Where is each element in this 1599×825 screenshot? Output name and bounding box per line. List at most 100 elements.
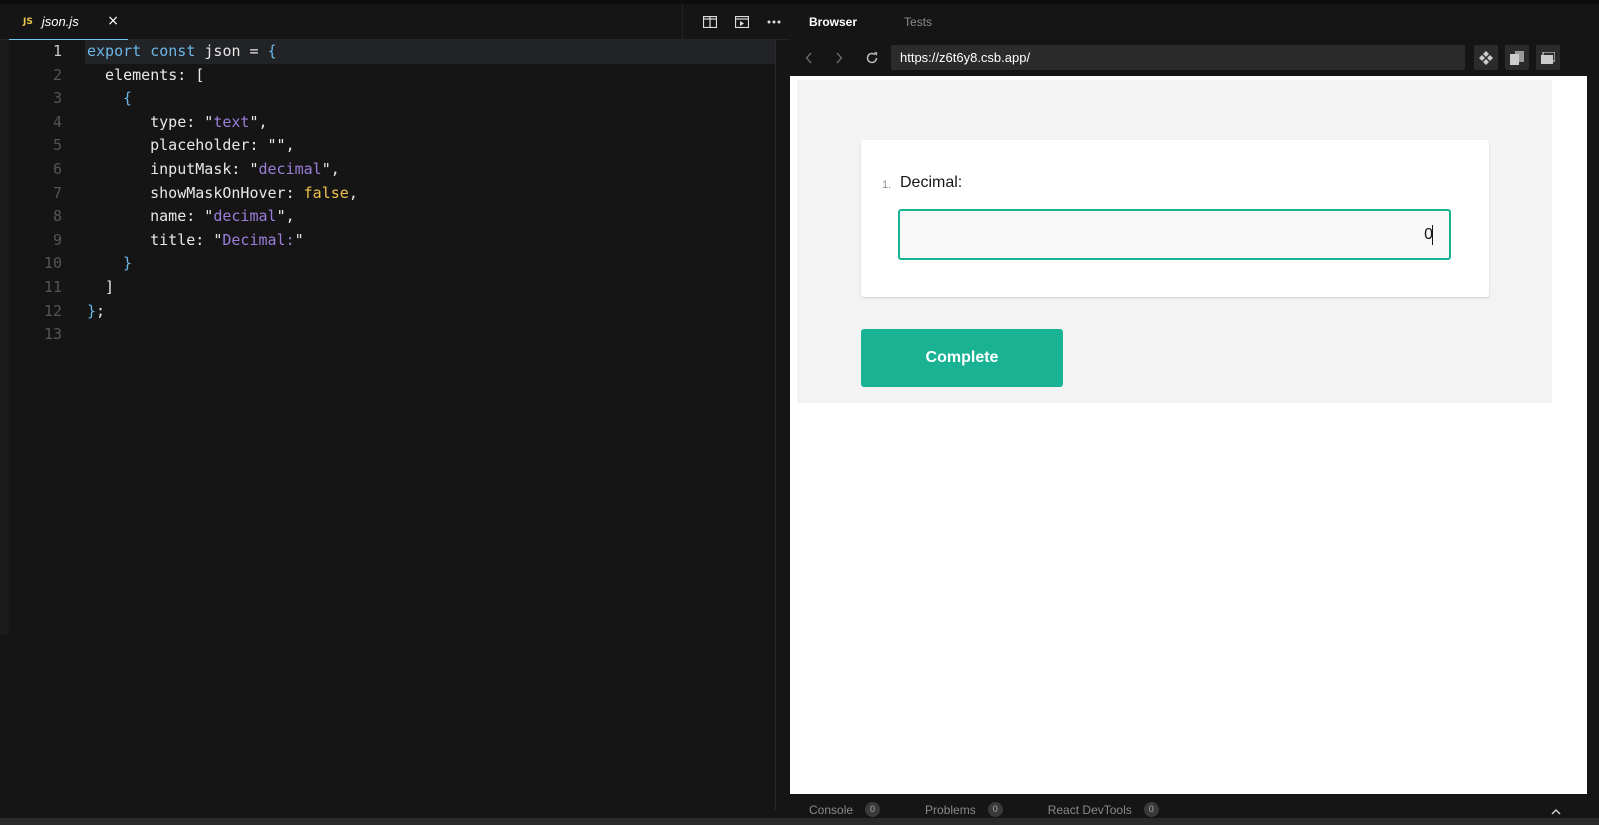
code-line[interactable]: type: "text",	[87, 111, 777, 135]
react-devtools-count-badge: 0	[1143, 802, 1159, 817]
code-token: showMaskOnHover:	[114, 183, 304, 202]
problems-count-badge: 0	[987, 802, 1003, 817]
code-token: false	[303, 183, 349, 202]
line-number-gutter: 1 2 3 4 5 6 7 8 9 10 11 12 13	[9, 40, 79, 347]
browser-preview-pane: Browser Tests https://z6t6y8.csb.app/ 1.…	[790, 0, 1599, 825]
chevron-right-icon	[836, 52, 843, 64]
code-token: elements: [	[87, 65, 205, 84]
move-icon	[1479, 50, 1493, 65]
line-number: 5	[52, 136, 62, 155]
open-external-button[interactable]	[1536, 45, 1560, 70]
tab-filename: json.js	[41, 14, 79, 29]
line-number: 2	[52, 65, 62, 84]
refresh-button[interactable]	[860, 46, 884, 70]
code-line[interactable]: showMaskOnHover: false,	[87, 182, 777, 206]
question-panel: 1. Decimal: 0	[861, 140, 1489, 297]
forward-button[interactable]	[827, 46, 851, 70]
problems-label: Problems	[925, 802, 976, 817]
tab-tests[interactable]: Tests	[885, 15, 960, 29]
code-token: ",	[276, 207, 295, 226]
line-number: 12	[43, 301, 62, 320]
viewport-scrollbar[interactable]	[1587, 76, 1599, 794]
browser-viewport: 1. Decimal: 0 Complete	[790, 76, 1587, 794]
more-options-button[interactable]	[758, 4, 790, 40]
code-token: }	[87, 301, 97, 320]
code-line[interactable]: }	[87, 252, 777, 276]
editor-scrollbar[interactable]	[775, 40, 776, 810]
text-caret	[1432, 225, 1433, 245]
editor-left-scrollbar[interactable]	[0, 40, 9, 635]
editor-actions	[682, 4, 790, 40]
divider	[682, 4, 683, 40]
react-devtools-label: React DevTools	[1047, 802, 1132, 817]
react-devtools-tab[interactable]: React DevTools 0	[1048, 802, 1159, 817]
code-token: const	[150, 42, 196, 60]
code-line[interactable]: title: "Decimal:"	[87, 229, 777, 253]
preview-icon	[735, 16, 749, 28]
chevron-left-icon	[805, 52, 812, 64]
code-token: ;	[96, 301, 106, 320]
line-number: 1	[52, 42, 62, 60]
status-bar	[0, 818, 1599, 825]
window-icon	[1510, 50, 1524, 65]
back-button[interactable]	[797, 46, 821, 70]
code-line[interactable]: elements: [	[87, 64, 777, 88]
code-token: json =	[195, 42, 268, 60]
code-line[interactable]	[87, 323, 777, 347]
code-token: ]	[87, 277, 115, 296]
preview-button[interactable]	[726, 4, 758, 40]
question-number: 1.	[882, 179, 892, 191]
editor-tab-bar: JS json.js ×	[0, 4, 790, 40]
line-number: 4	[52, 112, 62, 131]
code-token: placeholder: "",	[114, 136, 295, 155]
new-window-button[interactable]	[1505, 45, 1529, 70]
code-line[interactable]: ]	[87, 276, 777, 300]
chevron-up-icon	[1551, 808, 1561, 815]
code-line[interactable]: inputMask: "decimal",	[87, 158, 777, 182]
stack-icon	[1541, 51, 1555, 64]
preview-tab-bar: Browser Tests	[790, 4, 1599, 40]
console-tab[interactable]: Console 0	[809, 802, 881, 817]
code-line[interactable]: {	[87, 87, 777, 111]
code-editor-pane: JS json.js × 1 2 3 4 5 6 7 8 9 10 11 12 …	[0, 0, 790, 825]
code-line[interactable]: };	[87, 300, 777, 324]
address-bar[interactable]: https://z6t6y8.csb.app/	[891, 45, 1465, 70]
line-number: 10	[43, 254, 62, 273]
code-token: ",	[249, 112, 268, 131]
js-file-icon: JS	[23, 16, 33, 27]
code-token: decimal	[258, 159, 322, 178]
code-token: "	[294, 230, 304, 249]
code-line[interactable]: name: "decimal",	[87, 205, 777, 229]
code-token: inputMask: "	[114, 159, 259, 178]
complete-button[interactable]: Complete	[861, 329, 1063, 387]
close-icon[interactable]: ×	[107, 13, 119, 29]
code-token: {	[267, 42, 277, 60]
code-token: type: "	[114, 112, 214, 131]
code-token: ",	[321, 159, 340, 178]
decimal-input[interactable]: 0	[898, 209, 1451, 260]
line-number: 3	[52, 89, 62, 108]
code-token: export	[87, 42, 142, 60]
line-number: 7	[52, 183, 62, 202]
code-token: {	[123, 89, 133, 108]
split-view-button[interactable]	[694, 4, 726, 40]
code-token: text	[213, 112, 250, 131]
devtools-button[interactable]	[1474, 45, 1498, 70]
code-line[interactable]: export const json = {	[85, 40, 775, 64]
problems-tab[interactable]: Problems 0	[925, 802, 1003, 817]
code-token: title: "	[114, 230, 223, 249]
more-icon	[767, 20, 781, 24]
code-token: ,	[348, 183, 358, 202]
console-count-badge: 0	[865, 802, 881, 817]
code-area[interactable]: export const json = { elements: [ { type…	[85, 40, 777, 347]
line-number: 8	[52, 207, 62, 226]
line-number: 11	[43, 277, 62, 296]
code-token: name: "	[114, 207, 214, 226]
browser-nav-bar: https://z6t6y8.csb.app/	[790, 44, 1599, 72]
survey-container: 1. Decimal: 0 Complete	[797, 80, 1552, 403]
code-line[interactable]: placeholder: "",	[87, 134, 777, 158]
code-token: Decimal:	[222, 230, 295, 249]
tab-browser[interactable]: Browser	[790, 15, 885, 29]
tab-json-js[interactable]: JS json.js ×	[9, 4, 128, 40]
